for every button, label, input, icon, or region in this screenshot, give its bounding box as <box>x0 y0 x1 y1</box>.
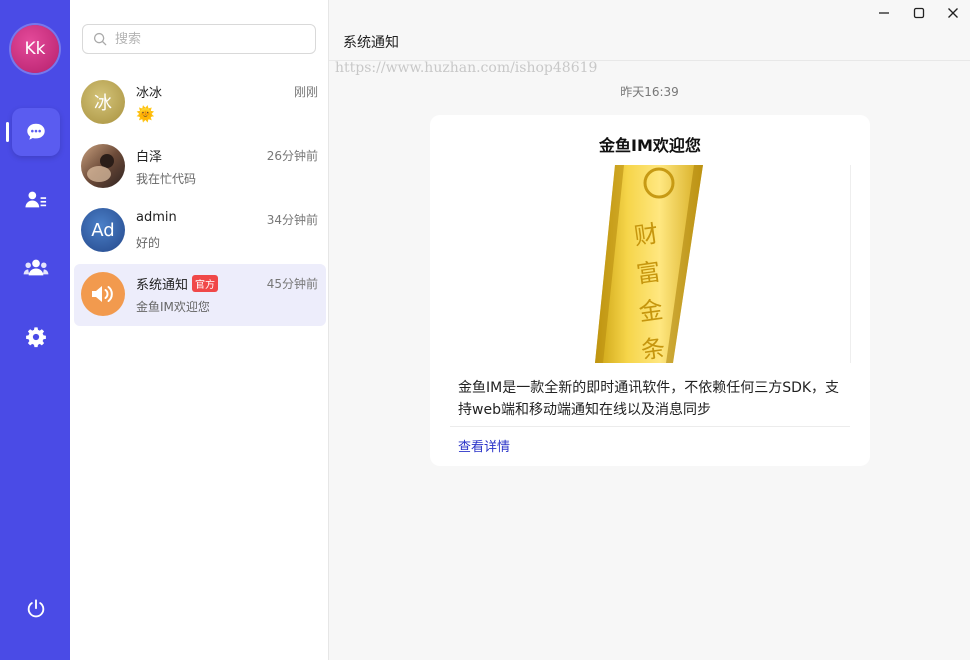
minimize-button[interactable] <box>872 4 896 22</box>
conversation-preview: 🌞 <box>136 105 155 123</box>
official-badge: 官方 <box>192 275 219 292</box>
conversation-item-bingbing[interactable]: 冰 冰冰 刚刚 🌞 <box>74 72 326 134</box>
card-title: 金鱼IM欢迎您 <box>599 136 701 155</box>
nav-contacts[interactable] <box>12 176 60 224</box>
nav-groups[interactable] <box>12 244 60 292</box>
nav-rail: Kk <box>0 0 70 660</box>
gear-icon <box>26 327 46 348</box>
avatar: 冰 <box>81 80 125 124</box>
group-icon <box>23 259 49 276</box>
conversation-time: 刚刚 <box>293 85 318 99</box>
minimize-icon <box>879 12 889 14</box>
message-timestamp: 昨天16:39 <box>620 85 679 99</box>
conversation-list-panel: 冰 冰冰 刚刚 🌞 白泽 26分钟前 我在忙代码 Ad ad <box>70 0 329 660</box>
avatar-text: Ad <box>91 219 115 241</box>
nav-chat[interactable] <box>12 108 60 156</box>
conversation-preview: 金鱼IM欢迎您 <box>136 300 210 314</box>
conversation-name-text: 系统通知 <box>136 278 189 293</box>
conversation-name: admin <box>136 210 177 225</box>
nav-logout[interactable] <box>12 585 60 633</box>
conversation-preview: 好的 <box>136 236 161 250</box>
speaker-icon <box>92 286 113 302</box>
view-details-link[interactable]: 查看详情 <box>458 436 510 455</box>
card-divider <box>450 426 850 427</box>
chat-bubble-icon <box>27 123 45 140</box>
conversation-time: 34分钟前 <box>266 213 318 227</box>
search-input[interactable] <box>113 30 297 48</box>
close-icon <box>948 8 958 18</box>
conversation-time: 26分钟前 <box>266 149 318 163</box>
app-window: Kk 搜索 冰 冰冰 刚刚 🌞 白泽 26分钟前 我在忙代码 Ad admin … <box>0 0 970 660</box>
card-image: 财富金条 <box>478 165 851 363</box>
nav-settings[interactable] <box>12 313 60 361</box>
close-button[interactable] <box>941 4 965 22</box>
gold-bar-image: 财富金条 <box>595 165 703 363</box>
search-box[interactable] <box>82 24 316 54</box>
active-indicator <box>6 122 9 142</box>
conversation-preview: 我在忙代码 <box>136 172 197 186</box>
photo-avatar-icon <box>81 144 125 188</box>
contact-list-icon <box>25 191 47 208</box>
conversation-name: 冰冰 <box>136 86 163 101</box>
maximize-icon <box>913 7 925 19</box>
search-icon <box>93 32 107 46</box>
avatar-text: 冰 <box>94 93 112 114</box>
user-avatar[interactable]: Kk <box>11 25 59 73</box>
watermark-text: https://www.huzhan.com/ishop48619 <box>335 60 598 76</box>
avatar <box>81 144 125 188</box>
chat-title: 系统通知 <box>343 35 399 51</box>
maximize-button[interactable] <box>907 4 931 22</box>
card-description: 金鱼IM是一款全新的即时通讯软件，不依赖任何三方SDK，支持web端和移动端通知… <box>458 380 840 418</box>
avatar: Ad <box>81 208 125 252</box>
avatar <box>81 272 125 316</box>
power-icon <box>27 599 45 618</box>
notice-card[interactable]: 金鱼IM欢迎您 财富金条 金鱼IM是一款全新的即时通讯软件，不依赖任何三方SDK… <box>430 115 870 466</box>
conversation-item-system-notice[interactable]: 系统通知 官方 45分钟前 金鱼IM欢迎您 <box>74 264 326 326</box>
conversation-name: 白泽 <box>136 150 163 165</box>
user-initials: Kk <box>24 39 46 59</box>
conversation-item-baize[interactable]: 白泽 26分钟前 我在忙代码 <box>74 136 326 198</box>
chat-header: 系统通知 <box>329 0 970 61</box>
conversation-item-admin[interactable]: Ad admin 34分钟前 好的 <box>74 200 326 262</box>
conversation-name: 系统通知 官方 <box>136 274 219 293</box>
conversation-time: 45分钟前 <box>266 277 318 291</box>
chat-panel: 系统通知 https://www.huzhan.com/ishop48619 昨… <box>329 0 970 660</box>
